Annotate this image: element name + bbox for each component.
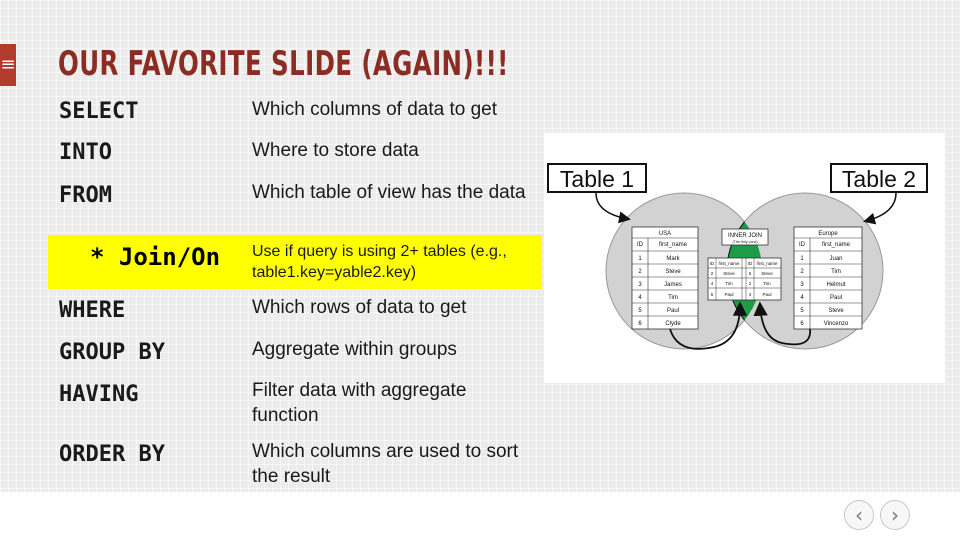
table-cell: Paul <box>724 292 733 297</box>
list-item: INTO Where to store data <box>0 138 545 168</box>
list-item: HAVING Filter data with aggregate functi… <box>0 378 545 430</box>
column-header: first_name <box>659 242 688 248</box>
arrow-right <box>863 192 897 225</box>
sql-keyword: ORDER BY <box>59 442 165 467</box>
keyword-description: Use if query is using 2+ tables (e.g., t… <box>252 243 507 281</box>
right-table-caption: Europe <box>818 231 838 237</box>
table-cell: Tim <box>763 281 771 286</box>
column-header: ID <box>748 261 753 266</box>
table-cell: Steve <box>665 269 681 275</box>
chevron-right-icon: › <box>891 503 899 527</box>
table-cell: Tim <box>725 281 733 286</box>
table-cell: Clyde <box>665 321 681 327</box>
table-cell: Tim <box>831 269 841 275</box>
table-cell: Steve <box>723 271 735 276</box>
sql-keyword: * Join/On <box>90 243 221 271</box>
list-item: SELECT Which columns of data to get <box>0 97 545 127</box>
column-header: first_name <box>718 261 740 266</box>
table-cell: Steve <box>828 308 844 314</box>
table-cell: Paul <box>830 295 842 301</box>
sql-keyword: WHERE <box>59 298 126 323</box>
venn-diagram: Table 1 Table 2 USA ID first_name 1 Mark… <box>547 163 928 350</box>
list-item: FROM Which table of view has the data <box>0 180 545 232</box>
keyword-description: Aggregate within groups <box>252 339 457 360</box>
keyword-description: Where to store data <box>252 140 419 161</box>
right-table: Europe ID first_name 1 Juan 2 Tim 3 Helm… <box>793 226 863 330</box>
table-cell: Tim <box>668 295 678 301</box>
keyword-description: Which rows of data to get <box>252 297 467 318</box>
keyword-description: Which columns of data to get <box>252 99 498 120</box>
table-cell: Helmut <box>826 282 845 288</box>
sql-keyword: INTO <box>59 140 112 165</box>
arrow-left <box>595 192 631 224</box>
table-cell: James <box>664 282 682 288</box>
column-header: ID <box>637 242 644 248</box>
left-table: USA ID first_name 1 Mark 2 Steve 3 James… <box>631 226 699 330</box>
highlighted-row: * Join/On Use if query is using 2+ table… <box>48 235 542 289</box>
sql-keyword: HAVING <box>59 382 139 407</box>
keyword-description: Which columns are used to sort the resul… <box>252 441 519 487</box>
list-item: WHERE Which rows of data to get <box>0 295 545 325</box>
list-item: ORDER BY Which columns are used to sort … <box>0 439 545 491</box>
inner-join-diagram: Table 1 Table 2 USA ID first_name 1 Mark… <box>544 133 945 383</box>
table-cell: Paul <box>667 308 679 314</box>
table-cell: Vincenzo <box>824 321 849 327</box>
table-cell: Juan <box>829 256 842 262</box>
keyword-description: Which table of view has the data <box>252 182 526 203</box>
prev-slide-button[interactable]: ‹ <box>844 500 874 530</box>
keyword-description: Filter data with aggregate function <box>252 380 467 426</box>
inner-join-caption: INNER JOIN <box>728 233 762 239</box>
inner-join-subcaption: (The Holy Land) <box>732 240 757 244</box>
table-cell: Mark <box>666 256 680 262</box>
slide: ≡ OUR FAVORITE SLIDE (AGAIN)!!! SELECT W… <box>0 0 960 492</box>
chevron-left-icon: ‹ <box>855 503 863 527</box>
inner-join-caption-box: INNER JOIN (The Holy Land) <box>721 228 769 246</box>
sql-keyword: FROM <box>59 183 112 208</box>
label-table-1: Table 1 <box>560 166 634 192</box>
label-table-2: Table 2 <box>842 166 916 192</box>
column-header: ID <box>710 261 715 266</box>
table-cell: Steve <box>761 271 773 276</box>
left-table-caption: USA <box>659 231 671 237</box>
slide-title: OUR FAVORITE SLIDE (AGAIN)!!! <box>58 44 509 84</box>
sql-keyword: GROUP BY <box>59 340 165 365</box>
list-item: GROUP BY Aggregate within groups <box>0 337 545 367</box>
inner-join-table: ID first_name ID first_name 2 Steve 5 St… <box>707 257 782 301</box>
sql-keyword: SELECT <box>59 99 139 124</box>
column-header: ID <box>799 242 806 248</box>
next-slide-button[interactable]: › <box>880 500 910 530</box>
column-header: first_name <box>756 261 778 266</box>
table-cell: Paul <box>762 292 771 297</box>
column-header: first_name <box>822 242 851 248</box>
menu-icon[interactable]: ≡ <box>0 44 16 86</box>
